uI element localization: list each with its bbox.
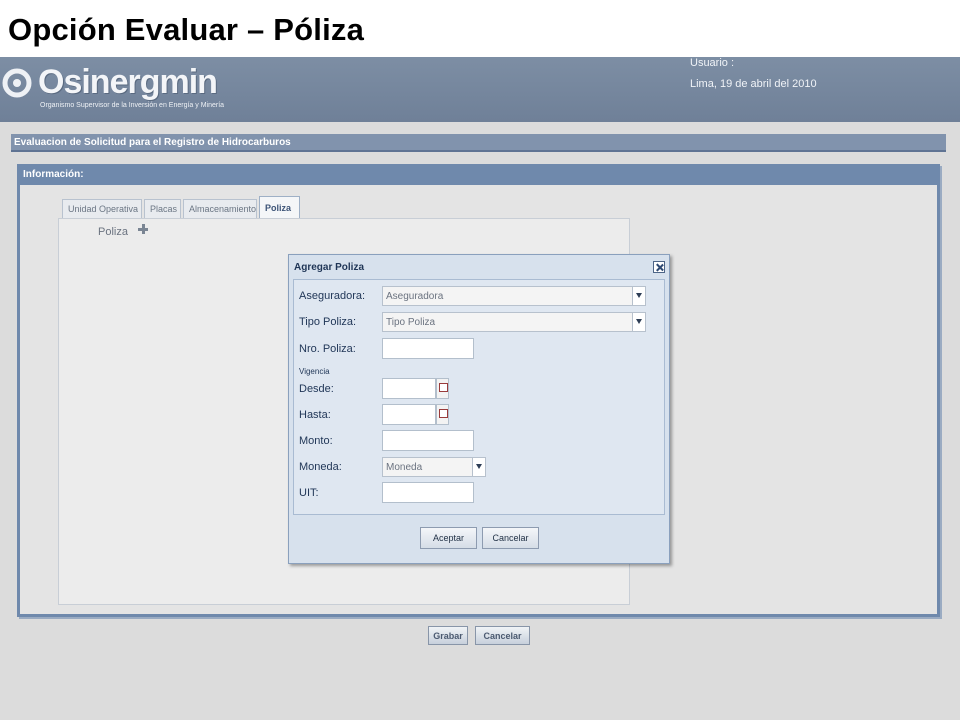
application-screen: Osinergmin Organismo Supervisor de la In… <box>0 57 960 720</box>
close-icon[interactable] <box>653 261 665 273</box>
monto-label: Monto: <box>299 435 333 447</box>
tab-almacenamiento[interactable]: Almacenamiento <box>183 199 257 218</box>
desde-date-input[interactable] <box>382 378 436 399</box>
page-header: Evaluacion de Solicitud para el Registro… <box>11 134 946 152</box>
nro-poliza-label: Nro. Poliza: <box>299 343 356 355</box>
monto-input[interactable] <box>382 430 474 451</box>
tab-unidad-operativa[interactable]: Unidad Operativa <box>62 199 142 218</box>
moneda-label: Moneda: <box>299 461 342 473</box>
logo-wordmark: Osinergmin <box>38 63 218 101</box>
dialog-cancelar-button[interactable]: Cancelar <box>482 527 539 549</box>
chevron-down-icon[interactable] <box>632 287 645 305</box>
dialog-title: Agregar Poliza <box>294 262 365 273</box>
desde-label: Desde: <box>299 383 334 395</box>
logo-subtitle: Organismo Supervisor de la Inversión en … <box>40 102 225 109</box>
hasta-date-input[interactable] <box>382 404 436 425</box>
panel-title: Información: <box>23 169 84 180</box>
uit-label: UIT: <box>299 487 319 499</box>
plus-icon[interactable] <box>138 224 148 234</box>
aseguradora-value: Aseguradora <box>386 291 444 302</box>
grabar-button[interactable]: Grabar <box>428 626 468 645</box>
header-banner: Osinergmin Organismo Supervisor de la In… <box>0 57 960 122</box>
nro-poliza-input[interactable] <box>382 338 474 359</box>
tab-placas[interactable]: Placas <box>144 199 181 218</box>
poliza-section-label: Poliza <box>98 226 128 238</box>
cancelar-button[interactable]: Cancelar <box>475 626 530 645</box>
tipo-poliza-label: Tipo Poliza: <box>299 316 357 328</box>
moneda-select[interactable]: Moneda <box>382 457 486 477</box>
moneda-value: Moneda <box>386 462 423 473</box>
agregar-poliza-dialog: Agregar Poliza Aseguradora: Aseguradora … <box>288 254 670 564</box>
tab-poliza[interactable]: Poliza <box>259 196 300 218</box>
aseguradora-label: Aseguradora: <box>299 290 366 302</box>
hasta-label: Hasta: <box>299 409 331 421</box>
date-label: Lima, 19 de abril del 2010 <box>690 78 817 90</box>
slide-title: Opción Evaluar – Póliza <box>8 12 365 47</box>
tipo-poliza-value: Tipo Poliza <box>386 317 436 328</box>
calendar-icon[interactable] <box>436 378 449 399</box>
user-label: Usuario : <box>690 57 735 69</box>
chevron-down-icon[interactable] <box>632 313 645 331</box>
page-header-title: Evaluacion de Solicitud para el Registro… <box>14 137 291 148</box>
dialog-form: Aseguradora: Aseguradora Tipo Poliza: Ti… <box>293 279 665 515</box>
aceptar-button[interactable]: Aceptar <box>420 527 477 549</box>
calendar-icon[interactable] <box>436 404 449 425</box>
uit-input[interactable] <box>382 482 474 503</box>
vigencia-label: Vigencia <box>299 367 330 376</box>
osinergmin-logo-icon <box>2 68 32 98</box>
chevron-down-icon[interactable] <box>472 458 485 476</box>
aseguradora-select[interactable]: Aseguradora <box>382 286 646 306</box>
tipo-poliza-select[interactable]: Tipo Poliza <box>382 312 646 332</box>
panel-header: Información: <box>20 167 937 185</box>
